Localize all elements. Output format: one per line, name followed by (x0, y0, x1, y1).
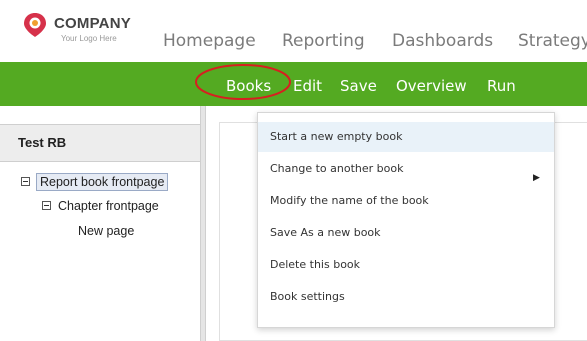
nav-dashboards[interactable]: Dashboards (392, 31, 493, 51)
logo-name: COMPANY (54, 15, 131, 32)
menu-item-change-book[interactable]: Change to another book ▶ (258, 154, 554, 184)
collapse-icon[interactable] (21, 177, 30, 186)
menu-item-label: Save As a new book (270, 226, 381, 239)
tree-item-chapter-frontpage[interactable]: Chapter frontpage (58, 199, 159, 213)
menu-item-book-settings[interactable]: Book settings (258, 282, 554, 312)
tree-item-report-book-frontpage[interactable]: Report book frontpage (36, 173, 169, 191)
nav-homepage[interactable]: Homepage (163, 31, 256, 51)
menu-item-label: Change to another book (270, 162, 404, 175)
tree-item-new-page[interactable]: New page (78, 224, 134, 238)
menu-run[interactable]: Run (487, 77, 516, 95)
menu-item-label: Delete this book (270, 258, 361, 271)
menu-item-delete-book[interactable]: Delete this book (258, 250, 554, 280)
menu-item-label: Modify the name of the book (270, 194, 429, 207)
menu-item-new-book[interactable]: Start a new empty book (258, 122, 554, 152)
menu-edit[interactable]: Edit (293, 77, 322, 95)
nav-strategy[interactable]: Strategy (518, 31, 587, 51)
menu-item-label: Start a new empty book (270, 130, 403, 143)
panel-title: Test RB (18, 135, 67, 150)
logo-tagline: Your Logo Here (61, 34, 117, 43)
books-dropdown-menu: Start a new empty book Change to another… (257, 112, 555, 328)
menu-overview[interactable]: Overview (396, 77, 467, 95)
nav-reporting[interactable]: Reporting (282, 31, 365, 51)
menu-save[interactable]: Save (340, 77, 377, 95)
menu-item-save-as[interactable]: Save As a new book (258, 218, 554, 248)
menu-item-label: Book settings (270, 290, 345, 303)
annotation-ellipse (195, 64, 291, 100)
logo-pin-icon (24, 13, 46, 37)
menu-item-rename-book[interactable]: Modify the name of the book (258, 186, 554, 216)
collapse-icon[interactable] (42, 201, 51, 210)
